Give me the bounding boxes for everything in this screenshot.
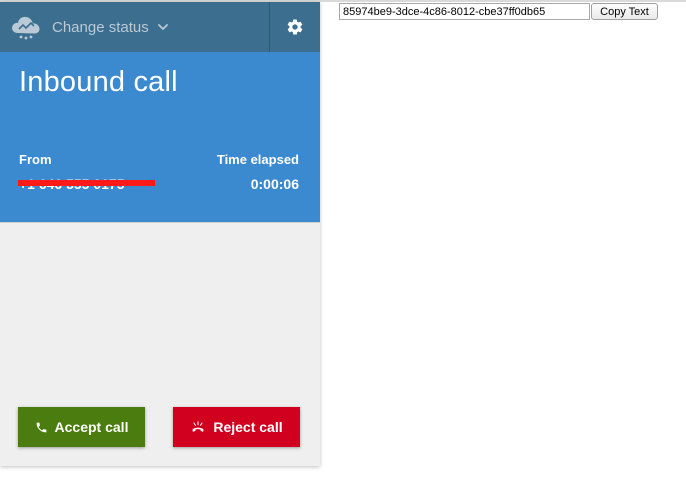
reject-call-button[interactable]: Reject call [173,407,300,447]
contact-id-field[interactable] [339,3,590,20]
cloud-logo-icon [12,16,40,40]
accept-call-button[interactable]: Accept call [18,407,145,447]
page-title: Inbound call [19,66,178,98]
copy-text-button[interactable]: Copy Text [591,3,658,20]
settings-button[interactable] [269,2,320,52]
reject-call-label: Reject call [213,419,283,435]
call-info-panel: Inbound call From Time elapsed +1 646 55… [0,52,320,222]
from-label: From [19,152,52,167]
contact-control-panel: Change status Inbound call From Time ela… [0,2,320,466]
change-status-dropdown[interactable]: Change status [52,2,169,52]
chevron-down-icon [157,24,168,31]
phone-icon [36,422,46,432]
accept-call-label: Accept call [54,419,129,435]
divider [0,222,320,223]
time-elapsed-value: 0:00:06 [250,176,299,192]
hang-up-icon [192,421,204,432]
gear-icon [287,19,303,35]
ccp-header: Change status [0,2,320,52]
redaction-bar [18,180,155,186]
change-status-label: Change status [52,18,149,36]
time-elapsed-label: Time elapsed [216,152,299,167]
